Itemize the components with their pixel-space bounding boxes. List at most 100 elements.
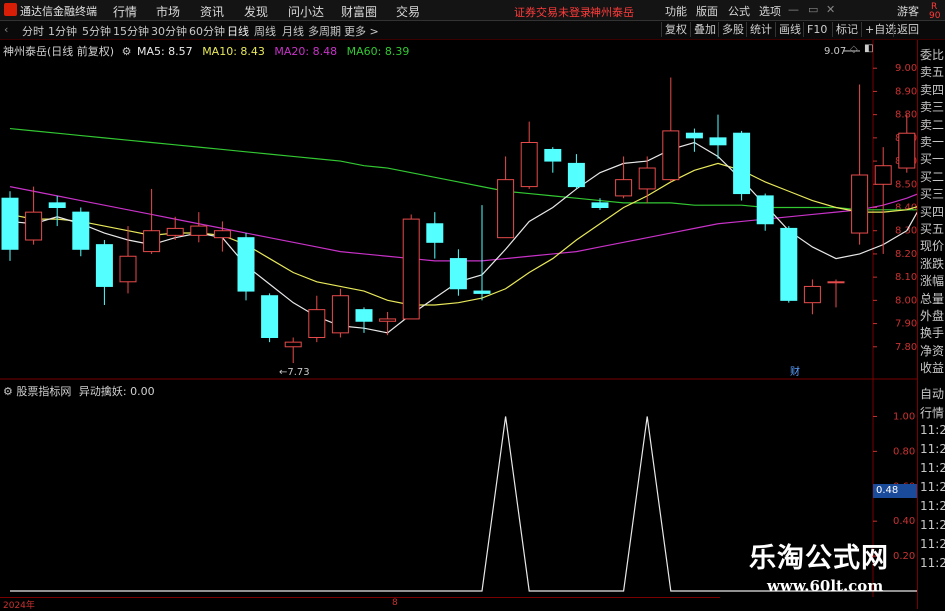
watermark-title: 乐淘公式网 <box>749 543 889 574</box>
side-label: 换手 <box>920 326 945 341</box>
legend-ma20: MA20: 8.48 <box>274 45 338 58</box>
period-weekly[interactable]: 周线 <box>254 23 276 39</box>
date-year: 2024年 <box>3 601 35 611</box>
menu-wenxiaoda[interactable]: 问小达 <box>288 3 324 20</box>
candle-up <box>119 255 137 283</box>
period-multi[interactable]: 多周期 <box>308 23 341 39</box>
price-tick-label: 8.10 <box>895 272 917 283</box>
period-daily[interactable]: 日线 <box>227 23 249 39</box>
menu-gongshi[interactable]: 公式 <box>728 3 750 19</box>
main-legend: 神州泰岳(日线 前复权) ⚙ MA5: 8.57 MA10: 8.43 MA20… <box>3 43 409 59</box>
side-label: 买五 <box>920 222 945 236</box>
sub-tick-label: 1.00 <box>893 411 915 422</box>
date-axis: 2024年 8 <box>0 597 720 611</box>
kline-chart[interactable]: 9.008.908.808.708.608.508.408.308.208.10… <box>0 40 917 381</box>
candle-up <box>803 285 821 304</box>
candle-up <box>284 341 302 348</box>
side-trade-item: 11:28 <box>920 537 945 551</box>
menu-shichang[interactable]: 市场 <box>156 3 180 20</box>
side-label: 涨跌 <box>920 256 945 271</box>
period-5min[interactable]: 5分钟 <box>82 23 111 39</box>
side-trade-item: 11:28 <box>920 556 945 570</box>
side-trade-item: 11:28 <box>920 423 945 437</box>
side-label: 总量 <box>920 291 945 306</box>
price-tick-label: 7.90 <box>895 319 917 330</box>
menu-caifuquan[interactable]: 财富圈 <box>341 3 377 20</box>
candle-down <box>544 148 562 162</box>
period-monthly[interactable]: 月线 <box>282 23 304 39</box>
candle-up <box>874 165 892 185</box>
candle-up <box>615 179 633 197</box>
period-30min[interactable]: 30分钟 <box>151 23 187 39</box>
period-fenshi[interactable]: 分时 <box>22 23 44 39</box>
candle-down <box>591 202 609 209</box>
candle-up <box>143 230 161 253</box>
btn-fanhui[interactable]: 返回 <box>893 22 922 37</box>
side-trade-item: 11:28 <box>920 499 945 513</box>
prev-arrow-icon[interactable]: ‹ <box>4 23 8 36</box>
side-label: 卖三 <box>920 100 945 115</box>
candle-up <box>308 309 326 338</box>
period-60min[interactable]: 60分钟 <box>189 23 225 39</box>
period-more[interactable]: 更多 > <box>344 23 379 39</box>
candle-down <box>72 211 90 250</box>
legend-ma5: MA5: 8.57 <box>136 45 193 58</box>
guest-label[interactable]: 游客 <box>897 3 919 19</box>
candle-up <box>402 218 420 320</box>
side-label: 卖四 <box>920 82 945 97</box>
sub-legend: ⚙ 股票指标网 异动擒妖: 0.00 <box>3 383 155 399</box>
panel-toggle-icon[interactable]: ◧ <box>864 43 873 54</box>
period-toolbar: ‹ 分时 1分钟 5分钟 15分钟 30分钟 60分钟 日线 周线 月线 多周期… <box>0 21 945 40</box>
menu-faxian[interactable]: 发现 <box>244 3 268 20</box>
candle-up <box>190 225 208 236</box>
low-price-label: ←7.73 <box>279 367 310 378</box>
price-tick-label: 8.00 <box>895 295 917 306</box>
candle-down <box>449 258 467 290</box>
app-title: 通达信金融终端 <box>20 5 97 18</box>
candle-up <box>379 318 397 322</box>
btn-f10[interactable]: F10 <box>803 22 830 37</box>
chart-settings-icon[interactable]: ◇ <box>850 44 858 55</box>
side-trade-item: 自动 <box>920 387 945 401</box>
btn-fuquan[interactable]: 复权 <box>661 22 690 37</box>
period-15min[interactable]: 15分钟 <box>113 23 149 39</box>
candle-up <box>827 281 845 284</box>
legend-settings-icon[interactable]: ⚙ <box>122 45 132 58</box>
legend-ma60: MA60: 8.39 <box>346 45 410 58</box>
candle-down <box>473 290 491 294</box>
site-watermark: 乐淘公式网 www.60lt.com <box>705 530 920 602</box>
restore-icon[interactable]: ▭ <box>808 3 818 16</box>
top-menu-bar: 通达信金融终端 行情 市场 资讯 发现 问小达 财富圈 交易 证券交易未登录 神… <box>0 0 945 21</box>
minimize-icon[interactable]: — <box>788 3 799 16</box>
menu-xuanxiang[interactable]: 选项 <box>759 3 781 19</box>
candle-down <box>733 132 751 195</box>
period-1min[interactable]: 1分钟 <box>48 23 77 39</box>
btn-huaxian[interactable]: 画线 <box>775 22 804 37</box>
close-icon[interactable]: ✕ <box>826 3 835 16</box>
candle-down <box>355 309 373 322</box>
side-label: 外盘 <box>920 309 945 323</box>
side-label: 现价 <box>920 239 945 254</box>
candle-down <box>261 295 279 338</box>
sub-source: 股票指标网 <box>16 385 72 398</box>
menu-zixun[interactable]: 资讯 <box>200 3 224 20</box>
candle-up <box>166 227 184 236</box>
menu-hangqing[interactable]: 行情 <box>113 3 137 20</box>
sub-value-badge: 0.48 <box>873 484 917 498</box>
menu-gongneng[interactable]: 功能 <box>665 3 687 19</box>
login-notice[interactable]: 证券交易未登录 <box>514 4 591 20</box>
btn-diejia[interactable]: 叠加 <box>690 22 719 37</box>
menu-jiaoyi[interactable]: 交易 <box>396 3 420 20</box>
btn-duogu[interactable]: 多股 <box>718 22 747 37</box>
sub-settings-icon[interactable]: ⚙ <box>3 385 13 398</box>
finance-marker: 财 <box>790 365 800 378</box>
btn-biaoji[interactable]: 标记 <box>832 22 861 37</box>
sub-tick-label: 0.80 <box>893 446 915 457</box>
candle-down <box>426 223 444 243</box>
side-label: 涨幅 <box>920 274 945 289</box>
btn-tongji[interactable]: 统计 <box>746 22 775 37</box>
stock-title: 神州泰岳(日线 前复权) <box>3 45 115 58</box>
side-label: 收益 <box>920 361 945 376</box>
menu-banmian[interactable]: 版面 <box>696 3 718 19</box>
current-stock-name: 神州泰岳 <box>590 6 634 19</box>
